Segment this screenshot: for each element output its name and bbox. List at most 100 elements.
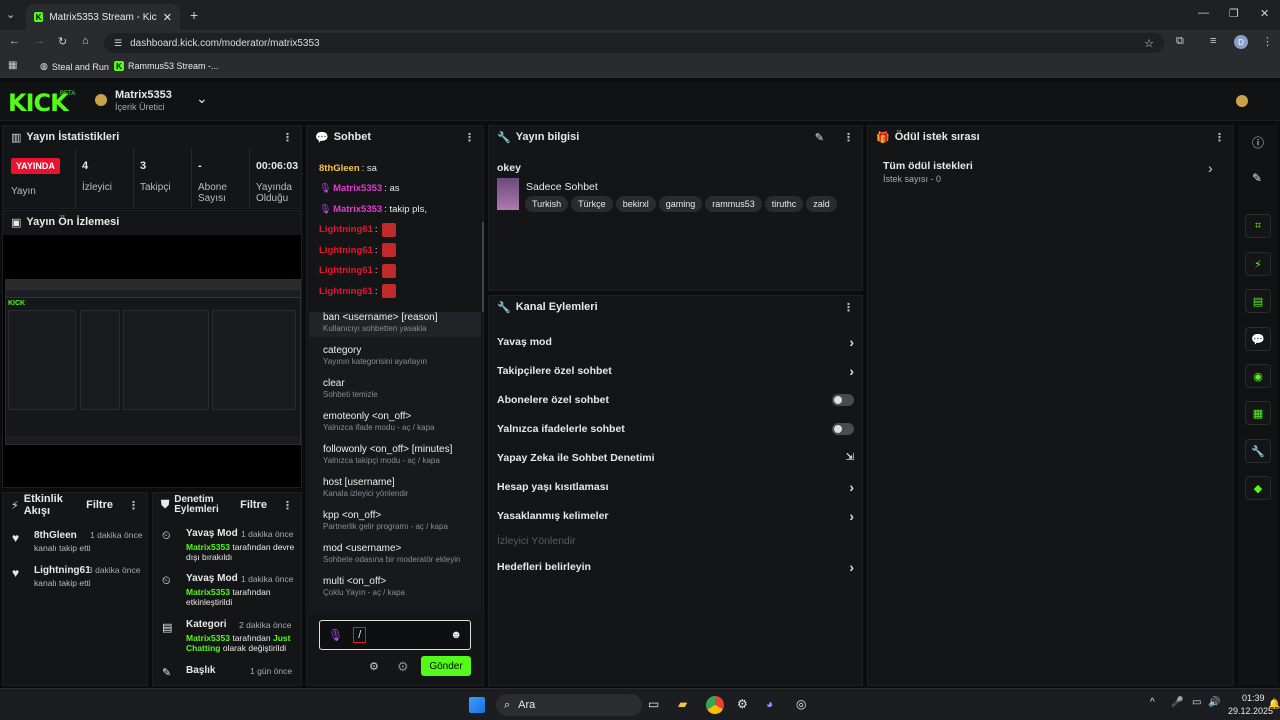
close-window-icon[interactable]: ✕ [1260, 7, 1269, 20]
mod-actions-menu-icon[interactable]: ⋮ [282, 499, 293, 512]
action-goals[interactable]: Hedefleri belirleyin › [489, 552, 862, 581]
chat-menu-icon[interactable]: ⋮ [464, 131, 475, 144]
command-item[interactable]: ban <username> [reason] Kullanıcıyı sohbe… [309, 312, 481, 337]
mod-action-actor[interactable]: Matrix5353 [186, 587, 230, 597]
settings-app-icon[interactable]: ⚙ [737, 697, 748, 711]
action-slow-mode[interactable]: Yavaş mod › [489, 327, 862, 356]
forward-icon[interactable]: → [34, 35, 45, 47]
info-icon[interactable]: ⓘ [1252, 134, 1264, 151]
action-banned-words[interactable]: Yasaklanmış kelimeler › [489, 501, 862, 530]
edit-icon[interactable]: ✎ [1252, 171, 1262, 185]
command-item[interactable]: clear Sohbeti temizle [309, 370, 481, 403]
action-followers-only[interactable]: Takipçilere özel sohbet › [489, 356, 862, 385]
close-tab-icon[interactable]: ✕ [163, 11, 172, 24]
activity-menu-icon[interactable]: ⋮ [128, 499, 139, 512]
apps-grid-icon[interactable]: ▦ [8, 60, 17, 71]
mod-action-actor[interactable]: Matrix5353 [186, 633, 230, 643]
command-item[interactable]: mod <username> Sohbete odasına bir modera… [309, 535, 481, 568]
stream-info-menu-icon[interactable]: ⋮ [843, 131, 854, 144]
chat-input[interactable]: 🎙 / ☻ [319, 620, 471, 650]
url-bar[interactable]: ☰ dashboard.kick.com/moderator/matrix535… [104, 33, 1164, 53]
all-rewards-row[interactable]: Tüm ödül istekleri İstek sayısı - 0 › [868, 156, 1233, 188]
notification-bell-icon[interactable]: 🔔 [1268, 699, 1280, 710]
bookmark-item[interactable]: ◍ Steal and Run [40, 61, 109, 72]
command-item[interactable]: followonly <on_off> [minutes] Yalnızca ta… [309, 436, 481, 469]
broadcast-icon[interactable]: ◉ [1245, 364, 1271, 388]
lightning-icon[interactable]: ⚡ [1245, 252, 1271, 276]
chat-icon[interactable]: 💬 [1245, 327, 1271, 351]
command-item[interactable]: host [username] Kanala izleyici yönlendir [309, 469, 481, 502]
app-icon[interactable]: ◎ [796, 697, 806, 711]
file-explorer-icon[interactable]: ▰ [678, 697, 687, 711]
microphone-tray-icon[interactable]: 🎤 [1171, 697, 1183, 708]
clock-time[interactable]: 01:39 [1242, 693, 1265, 703]
stream-preview-video[interactable]: KICK [3, 235, 301, 487]
chrome-icon[interactable] [706, 696, 724, 714]
mod-actions-filter-button[interactable]: Filtre [240, 499, 267, 511]
mod-action-actor[interactable]: Matrix5353 [186, 542, 230, 552]
chat-username[interactable]: Matrix5353 [333, 183, 382, 194]
category-thumbnail[interactable] [497, 178, 519, 210]
site-info-icon[interactable]: ☰ [114, 38, 122, 49]
rewards-menu-icon[interactable]: ⋮ [1214, 131, 1225, 144]
activity-user[interactable]: Lightning61 [34, 565, 91, 576]
action-ai-moderation[interactable]: Yapay Zeka ile Sohbet Denetimi ⇲ [489, 443, 862, 472]
network-icon[interactable]: ▭ [1192, 697, 1201, 708]
chat-username[interactable]: Lightning61 [319, 265, 373, 276]
browser-menu-icon[interactable]: ⋮ [1262, 35, 1273, 48]
chat-scrollbar[interactable] [482, 222, 484, 312]
command-item[interactable]: kpp <on_off> Partnerlik gelir programı - … [309, 502, 481, 535]
command-item[interactable]: category Yayının kategorisini ayarlayın [309, 337, 481, 370]
document-icon[interactable]: ▤ [1245, 289, 1271, 313]
bookmark-star-icon[interactable]: ☆ [1144, 37, 1154, 50]
discord-icon[interactable]: ◕ [766, 697, 773, 711]
chat-settings-gear-icon[interactable]: ⚙ [369, 660, 379, 673]
new-tab-icon[interactable]: + [190, 7, 198, 23]
maximize-icon[interactable]: ❐ [1229, 7, 1239, 20]
chat-username[interactable]: Lightning61 [319, 286, 373, 297]
reload-icon[interactable]: ↻ [58, 35, 67, 48]
tools-icon[interactable]: 🔧 [1245, 439, 1271, 463]
tray-chevron-icon[interactable]: ^ [1150, 697, 1155, 708]
user-avatar[interactable] [1236, 95, 1248, 107]
tab-list-icon[interactable]: ⌄ [6, 8, 15, 21]
chat-username[interactable]: Lightning61 [319, 224, 373, 235]
minimize-icon[interactable]: — [1198, 7, 1209, 19]
start-icon[interactable] [469, 697, 485, 713]
stream-category[interactable]: Sadece Sohbet [526, 181, 598, 193]
extensions-icon[interactable]: ⧉ [1176, 35, 1184, 48]
activity-user[interactable]: 8thGleen [34, 530, 77, 541]
bookmark-item[interactable]: K Rammus53 Stream -... [114, 61, 219, 71]
mic-icon[interactable]: 🎙 [328, 628, 343, 642]
home-icon[interactable]: ⌂ [82, 35, 89, 47]
clock-date[interactable]: 29.12.2025 [1228, 706, 1273, 716]
action-account-age[interactable]: Hesap yaşı kısıtlaması › [489, 472, 862, 501]
channel-avatar[interactable] [95, 94, 107, 106]
send-button[interactable]: Gönder [421, 656, 471, 676]
profile-avatar[interactable]: D [1234, 35, 1248, 49]
volume-icon[interactable]: 🔊 [1208, 697, 1220, 708]
terminal-icon[interactable]: ▭ [648, 697, 659, 711]
chat-username[interactable]: Matrix5353 [333, 204, 382, 215]
subscribers-only-toggle[interactable] [832, 393, 854, 406]
command-item[interactable]: multi <on_off> Çoklu Yayın - aç / kapa [309, 568, 481, 601]
reading-list-icon[interactable]: ≡ [1210, 35, 1216, 47]
emote-only-toggle[interactable] [832, 422, 854, 435]
activity-filter-button[interactable]: Filtre [86, 499, 113, 511]
channel-actions-menu-icon[interactable]: ⋮ [843, 301, 854, 314]
back-icon[interactable]: ← [9, 35, 20, 47]
shapes-icon[interactable]: ◆ [1245, 476, 1271, 500]
edit-pencil-icon[interactable]: ✎ [815, 131, 824, 144]
kick-logo[interactable]: KICK [8, 89, 69, 117]
command-item[interactable]: emoteonly <on_off> Yalnızca ifade modu - … [309, 403, 481, 436]
taskbar-search[interactable]: ⌕ Ara [496, 694, 642, 716]
channel-switch-chevron-icon[interactable]: ⌄ [196, 90, 208, 107]
chat-tools-icon[interactable]: ⚙ [397, 659, 409, 675]
chat-username[interactable]: 8thGleen [319, 163, 360, 174]
chat-username[interactable]: Lightning61 [319, 245, 373, 256]
stats-menu-icon[interactable]: ⋮ [282, 131, 293, 144]
screen-capture-icon[interactable]: ⌗ [1245, 214, 1271, 238]
layout-icon[interactable]: ▦ [1245, 401, 1271, 425]
browser-tab-active[interactable]: K Matrix5353 Stream - Kick Dash ✕ [26, 4, 180, 30]
emoji-icon[interactable]: ☻ [450, 629, 462, 641]
